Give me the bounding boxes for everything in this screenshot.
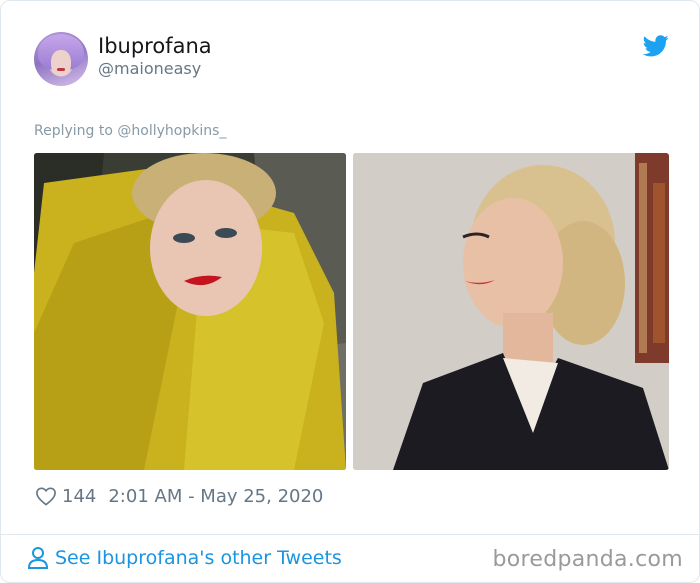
avatar[interactable] [34, 32, 88, 86]
reply-context[interactable]: Replying to @hollyhopkins_ [34, 122, 226, 140]
tweet-photo-1[interactable] [34, 153, 346, 470]
see-other-tweets-label[interactable]: See Ibuprofana's other Tweets [55, 547, 342, 569]
watermark: boredpanda.com [492, 547, 683, 572]
person-icon [27, 547, 49, 569]
divider [1, 534, 699, 535]
author-name[interactable]: Ibuprofana [98, 33, 212, 59]
avatar-face [51, 50, 71, 76]
see-other-tweets-link[interactable]: See Ibuprofana's other Tweets [27, 546, 342, 570]
tweet-timestamp[interactable]: 2:01 AM - May 25, 2020 [108, 486, 323, 507]
twitter-bird-icon[interactable] [643, 35, 669, 57]
tweet-photo-2[interactable] [353, 153, 669, 470]
tweet-card: Ibuprofana @maioneasy Replying to @holly… [0, 0, 700, 583]
author-handle[interactable]: @maioneasy [98, 59, 201, 79]
like-count: 144 [62, 485, 97, 507]
heart-icon[interactable] [35, 486, 57, 506]
avatar-lips [57, 68, 65, 71]
tweet-meta: 144 2:01 AM - May 25, 2020 [35, 484, 323, 508]
